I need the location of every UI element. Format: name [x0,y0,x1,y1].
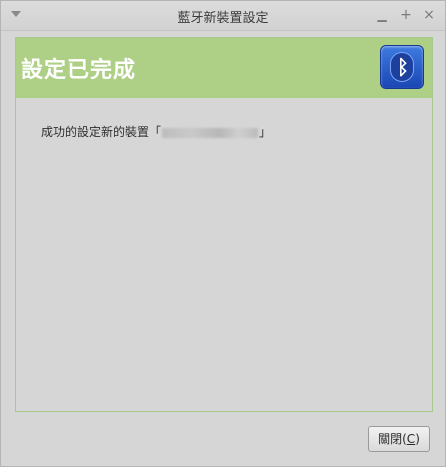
status-message: 成功的設定新的裝置「 」 [41,123,271,140]
close-button-mnemonic: C [406,432,416,446]
bluetooth-icon: ᛒ [380,45,424,89]
message-suffix: 」 [259,125,272,139]
bluetooth-rune: ᛒ [397,55,409,79]
close-button[interactable]: 關閉(C) [368,426,430,452]
device-name-redacted [162,127,259,138]
title-bar[interactable]: 藍牙新裝置設定 ▁ + × [1,1,445,31]
close-icon[interactable]: × [420,6,438,24]
dialog-window: 藍牙新裝置設定 ▁ + × 設定已完成 ᛒ 成功的設定新的裝置「 」 關閉(C) [0,0,446,467]
message-prefix: 成功的設定新的裝置「 [41,125,162,139]
page-title: 設定已完成 [21,58,137,83]
close-button-label: 關閉( [378,432,407,446]
maximize-icon[interactable]: + [397,6,415,24]
close-button-label-end: ) [415,432,420,446]
minimize-icon[interactable]: ▁ [373,6,391,24]
bluetooth-badge: ᛒ [390,52,414,82]
header-banner: 設定已完成 ᛒ [16,38,432,98]
content-panel: 設定已完成 ᛒ 成功的設定新的裝置「 」 [15,37,433,412]
